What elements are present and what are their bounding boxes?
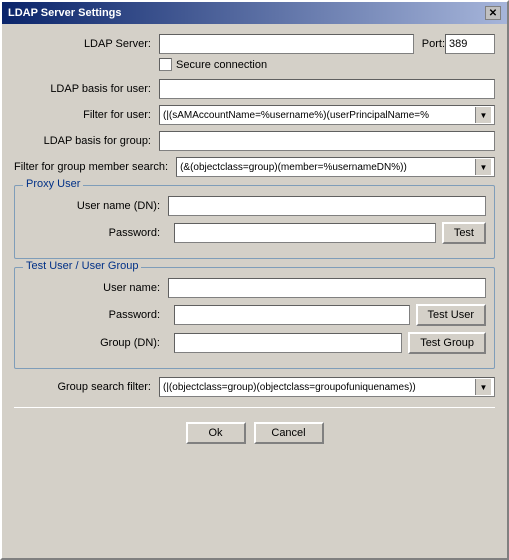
proxy-user-section: Proxy User User name (DN): Password: Tes… xyxy=(14,185,495,259)
proxy-password-input[interactable] xyxy=(174,223,436,243)
filter-user-row: Filter for user: (|(sAMAccountName=%user… xyxy=(14,105,495,125)
port-label: Port: xyxy=(414,38,445,50)
content-area: LDAP Server: Port: Secure connection LDA… xyxy=(2,24,507,466)
secure-checkbox-wrap: Secure connection xyxy=(159,58,267,71)
test-password-row: Password: Test User xyxy=(23,304,486,326)
test-username-label: User name: xyxy=(23,282,168,294)
separator xyxy=(14,407,495,408)
secure-checkbox[interactable] xyxy=(159,58,172,71)
proxy-password-label: Password: xyxy=(23,227,168,239)
ok-button[interactable]: Ok xyxy=(186,422,246,444)
title-bar: LDAP Server Settings ✕ xyxy=(2,2,507,24)
test-user-section-label: Test User / User Group xyxy=(23,260,141,272)
proxy-password-row: Password: Test xyxy=(23,222,486,244)
proxy-user-section-label: Proxy User xyxy=(23,178,83,190)
filter-user-value: (|(sAMAccountName=%username%)(userPrinci… xyxy=(163,110,475,121)
ldap-basis-user-label: LDAP basis for user: xyxy=(14,83,159,95)
window: LDAP Server Settings ✕ LDAP Server: Port… xyxy=(0,0,509,560)
close-button[interactable]: ✕ xyxy=(485,6,501,20)
ldap-server-label: LDAP Server: xyxy=(14,38,159,50)
filter-group-row: Filter for group member search: (&(objec… xyxy=(14,157,495,177)
test-group-row: Group (DN): Test Group xyxy=(23,332,486,354)
filter-user-dropdown-btn[interactable]: ▼ xyxy=(475,107,491,123)
filter-user-label: Filter for user: xyxy=(14,109,159,121)
cancel-button[interactable]: Cancel xyxy=(254,422,324,444)
title-bar-left: LDAP Server Settings xyxy=(8,7,122,19)
filter-group-dropdown-btn[interactable]: ▼ xyxy=(475,159,491,175)
proxy-user-content: User name (DN): Password: Test xyxy=(23,196,486,244)
test-user-section: Test User / User Group User name: Passwo… xyxy=(14,267,495,369)
group-search-dropdown-btn[interactable]: ▼ xyxy=(475,379,491,395)
port-input[interactable] xyxy=(445,34,495,54)
test-username-row: User name: xyxy=(23,278,486,298)
proxy-username-input[interactable] xyxy=(168,196,486,216)
test-group-button[interactable]: Test Group xyxy=(408,332,486,354)
ldap-basis-user-row: LDAP basis for user: xyxy=(14,79,495,99)
window-title: LDAP Server Settings xyxy=(8,7,122,19)
bottom-bar: Ok Cancel xyxy=(14,412,495,456)
test-user-button[interactable]: Test User xyxy=(416,304,486,326)
group-search-row: Group search filter: (|(objectclass=grou… xyxy=(14,377,495,397)
test-group-label: Group (DN): xyxy=(23,337,168,349)
test-password-input[interactable] xyxy=(174,305,410,325)
filter-group-label: Filter for group member search: xyxy=(14,161,176,173)
group-search-label: Group search filter: xyxy=(14,381,159,393)
filter-group-value: (&(objectclass=group)(member=%usernameDN… xyxy=(180,162,475,173)
test-username-input[interactable] xyxy=(168,278,486,298)
filter-user-combo[interactable]: (|(sAMAccountName=%username%)(userPrinci… xyxy=(159,105,495,125)
ldap-basis-group-row: LDAP basis for group: xyxy=(14,131,495,151)
ldap-server-row: LDAP Server: Port: xyxy=(14,34,495,54)
proxy-username-row: User name (DN): xyxy=(23,196,486,216)
ldap-basis-group-label: LDAP basis for group: xyxy=(14,135,159,147)
test-password-label: Password: xyxy=(23,309,168,321)
ldap-basis-group-input[interactable] xyxy=(159,131,495,151)
filter-group-combo[interactable]: (&(objectclass=group)(member=%usernameDN… xyxy=(176,157,495,177)
proxy-username-label: User name (DN): xyxy=(23,200,168,212)
ldap-basis-user-input[interactable] xyxy=(159,79,495,99)
test-user-content: User name: Password: Test User Group (DN… xyxy=(23,278,486,354)
group-search-combo[interactable]: (|(objectclass=group)(objectclass=groupo… xyxy=(159,377,495,397)
ldap-server-input[interactable] xyxy=(159,34,414,54)
secure-label: Secure connection xyxy=(176,59,267,71)
bottom-buttons: Ok Cancel xyxy=(186,422,324,444)
proxy-test-button[interactable]: Test xyxy=(442,222,486,244)
secure-row: Secure connection xyxy=(14,58,495,71)
group-search-value: (|(objectclass=group)(objectclass=groupo… xyxy=(163,382,475,393)
test-group-input[interactable] xyxy=(174,333,402,353)
